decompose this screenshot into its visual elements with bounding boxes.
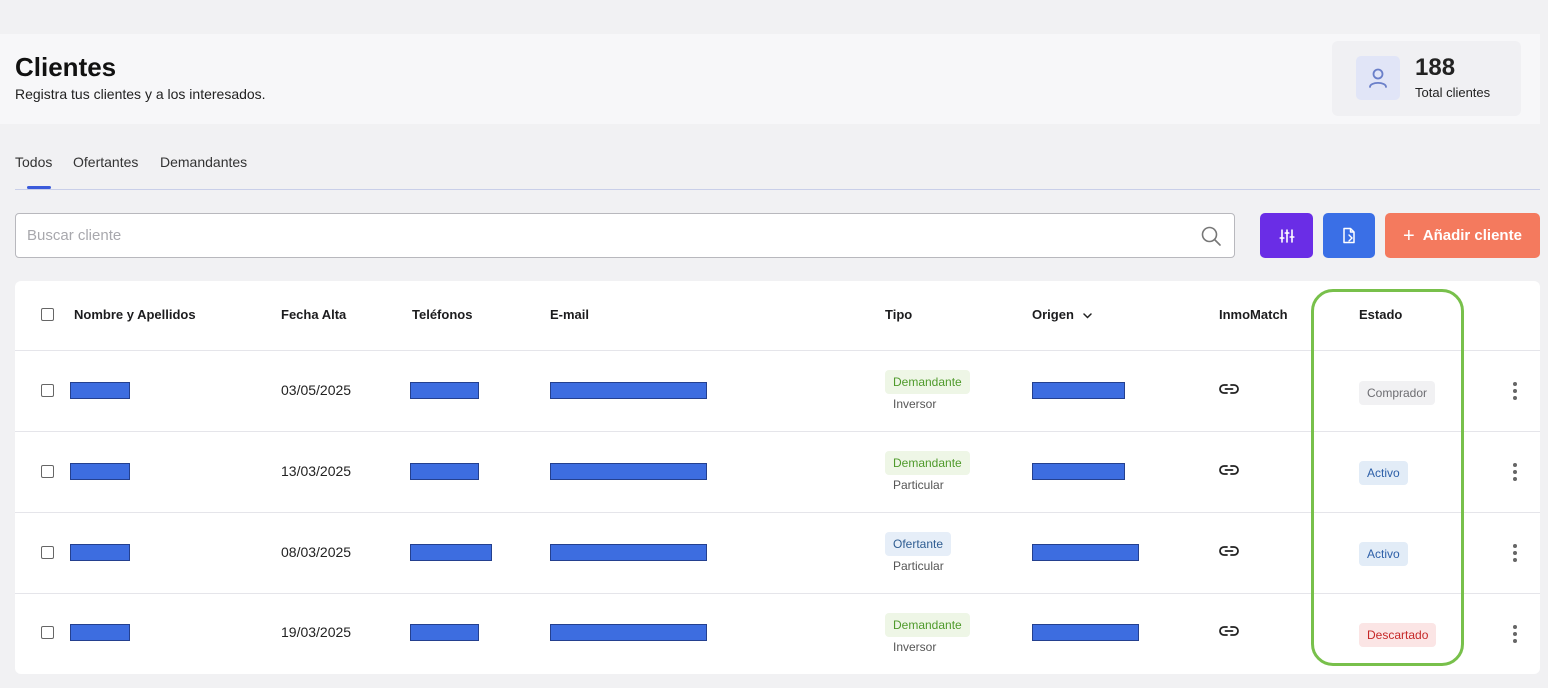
tipo-badge: Demandante [885, 451, 970, 475]
file-export-icon [1343, 227, 1355, 244]
name-redacted [70, 544, 130, 561]
link-icon[interactable] [1219, 383, 1239, 395]
column-header-fecha[interactable]: Fecha Alta [281, 307, 346, 322]
plus-icon: + [1403, 224, 1415, 247]
add-client-button[interactable]: + Añadir cliente [1385, 213, 1540, 258]
column-header-telefonos[interactable]: Teléfonos [412, 307, 472, 322]
tab-todos[interactable]: Todos [15, 154, 52, 170]
origen-redacted [1032, 544, 1139, 561]
email-redacted [550, 544, 707, 561]
origen-redacted [1032, 463, 1125, 480]
fecha-alta: 19/03/2025 [281, 624, 352, 640]
chevron-down-icon [1082, 312, 1092, 319]
table-row[interactable]: 03/05/2025 Demandante Inversor Comprador [15, 350, 1540, 431]
header-band [0, 34, 1540, 124]
row-checkbox[interactable] [41, 546, 54, 559]
link-icon[interactable] [1219, 464, 1239, 476]
column-header-origen[interactable]: Origen [1032, 307, 1092, 322]
column-header-inmomatch[interactable]: InmoMatch [1219, 307, 1288, 322]
subtipo-label: Particular [893, 559, 944, 573]
estado-badge: Activo [1359, 461, 1408, 485]
sliders-icon [1278, 228, 1295, 243]
subtipo-label: Inversor [893, 397, 937, 411]
tipo-badge: Ofertante [885, 532, 952, 556]
client-tabs: Todos Ofertantes Demandantes [15, 154, 1540, 190]
tab-ofertantes[interactable]: Ofertantes [73, 154, 138, 170]
origen-redacted [1032, 624, 1139, 641]
search-icon[interactable] [1200, 225, 1222, 247]
clients-table: Nombre y Apellidos Fecha Alta Teléfonos … [15, 281, 1540, 674]
tipo-badge: Demandante [885, 613, 970, 637]
email-redacted [550, 382, 707, 399]
name-redacted [70, 382, 130, 399]
search-input[interactable] [16, 214, 1234, 257]
page-title: Clientes [15, 52, 117, 82]
column-header-tipo[interactable]: Tipo [885, 307, 912, 322]
phone-redacted [410, 544, 492, 561]
fecha-alta: 08/03/2025 [281, 544, 352, 560]
total-clients-card: 188 Total clientes [1332, 41, 1521, 116]
row-checkbox[interactable] [41, 626, 54, 639]
row-checkbox[interactable] [41, 465, 54, 478]
subtipo-label: Inversor [893, 640, 937, 654]
table-row[interactable]: 08/03/2025 Ofertante Particular Activo [15, 512, 1540, 593]
tipo-badge: Demandante [885, 370, 970, 394]
active-tab-indicator [27, 186, 51, 189]
phone-redacted [410, 624, 479, 641]
filter-button[interactable] [1260, 213, 1313, 258]
column-header-estado[interactable]: Estado [1359, 307, 1402, 322]
search-box [15, 213, 1235, 258]
select-all-checkbox[interactable] [41, 308, 54, 321]
email-redacted [550, 624, 707, 641]
export-button[interactable] [1323, 213, 1375, 258]
fecha-alta: 03/05/2025 [281, 382, 352, 398]
fecha-alta: 13/03/2025 [281, 463, 352, 479]
link-icon[interactable] [1219, 545, 1239, 557]
user-icon [1356, 56, 1400, 100]
estado-badge: Activo [1359, 542, 1408, 566]
column-header-nombre[interactable]: Nombre y Apellidos [74, 307, 196, 322]
row-menu-icon[interactable] [1513, 625, 1517, 643]
link-icon[interactable] [1219, 625, 1239, 637]
add-client-label: Añadir cliente [1422, 227, 1522, 244]
email-redacted [550, 463, 707, 480]
estado-badge: Descartado [1359, 623, 1437, 647]
origen-redacted [1032, 382, 1125, 399]
total-clients-count: 188 [1415, 54, 1456, 81]
phone-redacted [410, 463, 479, 480]
subtipo-label: Particular [893, 478, 944, 492]
estado-badge: Comprador [1359, 381, 1436, 405]
row-menu-icon[interactable] [1513, 544, 1517, 562]
column-header-email[interactable]: E-mail [550, 307, 589, 322]
row-menu-icon[interactable] [1513, 382, 1517, 400]
name-redacted [70, 624, 130, 641]
page-subtitle: Registra tus clientes y a los interesado… [15, 86, 266, 102]
row-menu-icon[interactable] [1513, 463, 1517, 481]
column-header-origen-label: Origen [1032, 307, 1074, 322]
phone-redacted [410, 382, 479, 399]
row-checkbox[interactable] [41, 384, 54, 397]
name-redacted [70, 463, 130, 480]
tab-demandantes[interactable]: Demandantes [160, 154, 247, 170]
total-clients-label: Total clientes [1415, 85, 1491, 100]
table-row[interactable]: 19/03/2025 Demandante Inversor Descartad… [15, 593, 1540, 674]
table-row[interactable]: 13/03/2025 Demandante Particular Activo [15, 431, 1540, 512]
